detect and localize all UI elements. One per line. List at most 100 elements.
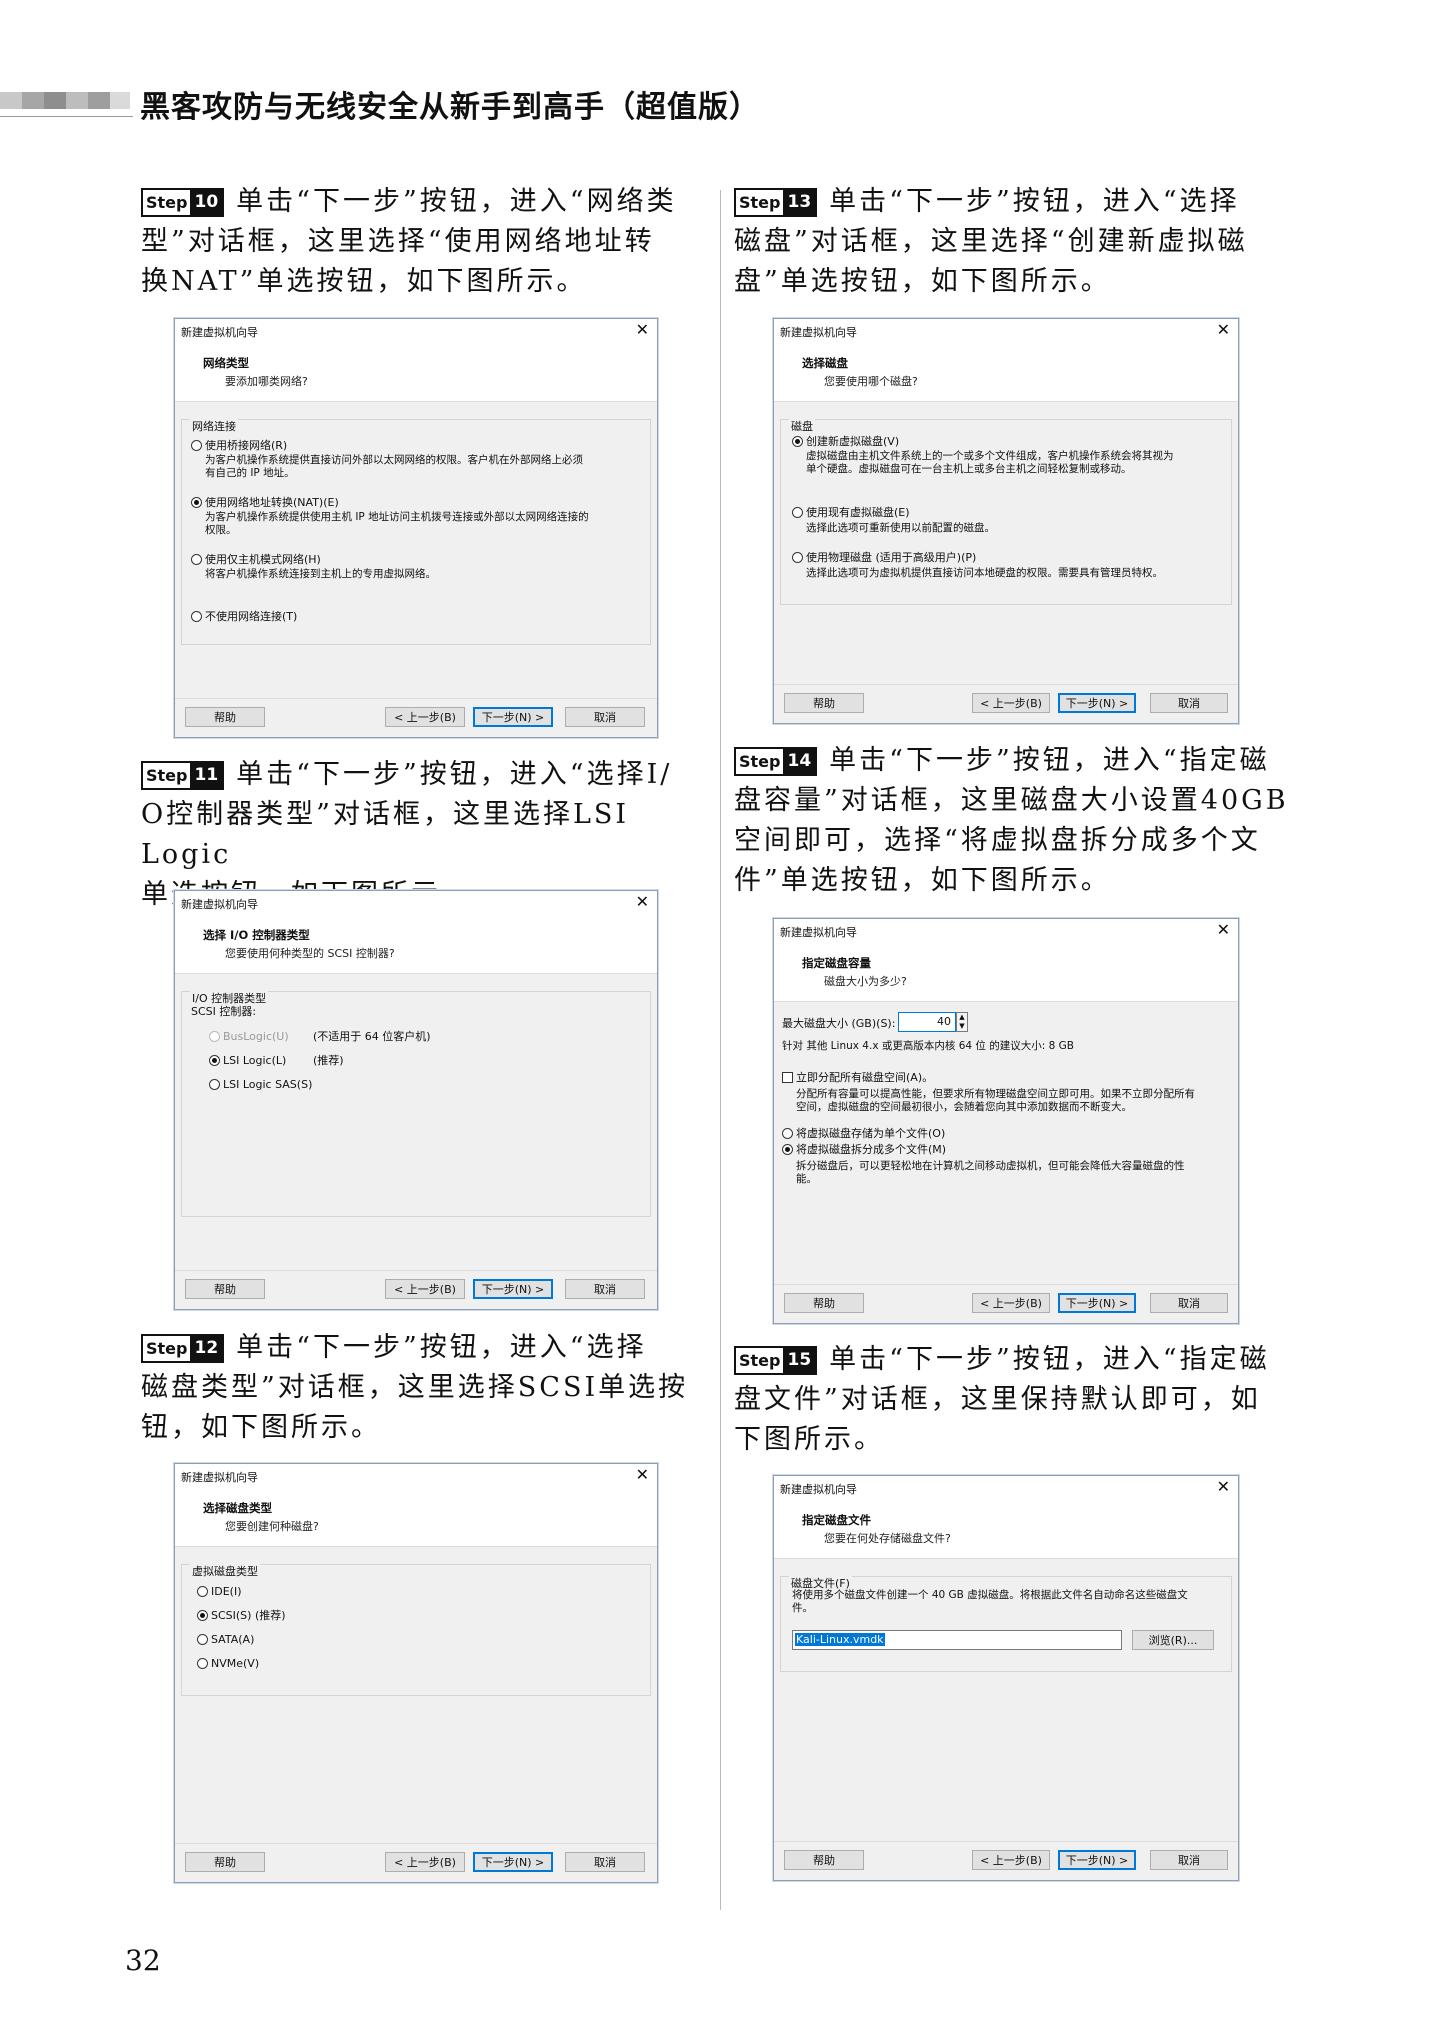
group-label: 网络连接 [190,418,238,434]
next-button[interactable]: 下一步(N) > [473,1852,553,1872]
back-button[interactable]: < 上一步(B) [385,707,465,727]
radio-physical-disk[interactable] [792,552,803,563]
step-text: 磁盘”对话框，这里选择“创建新虚拟磁 [734,226,1248,257]
radio-nat[interactable] [191,497,202,508]
step-text: 件”单选按钮，如下图所示。 [734,865,1111,896]
spin-up-icon[interactable]: ▲ [957,1013,967,1022]
radio-create-new-disk[interactable] [792,436,803,447]
allocate-all-checkbox[interactable] [782,1072,793,1083]
back-button[interactable]: < 上一步(B) [385,1279,465,1299]
radio-single-file[interactable] [782,1128,793,1139]
step-word: Step [736,1348,784,1373]
radio-no-network[interactable] [191,611,202,622]
step-text: 钮，如下图所示。 [141,1412,381,1443]
close-icon[interactable]: ✕ [636,1466,649,1484]
back-button[interactable]: < 上一步(B) [972,1850,1050,1870]
disk-size-spinner[interactable]: ▲ ▼ [956,1012,968,1032]
radio-bridged[interactable] [191,440,202,451]
cancel-button[interactable]: 取消 [565,1852,645,1872]
help-button[interactable]: 帮助 [185,1852,265,1872]
decor-bar [0,92,22,109]
next-button[interactable]: 下一步(N) > [1058,693,1136,713]
step-15-paragraph: Step 15 单击“下一步”按钮，进入“指定磁 盘文件”对话框，这里保持默认即可，… [734,1340,1294,1460]
option-label: IDE(I) [211,1585,242,1598]
step-badge: Step 11 [141,761,225,790]
disk-size-input[interactable]: 40 [898,1012,956,1032]
radio-scsi[interactable] [197,1610,208,1621]
step-line: Step 15 单击“下一步”按钮，进入“指定磁 [734,1340,1294,1380]
help-button[interactable]: 帮助 [185,707,265,727]
desc-line: 权限。 [205,524,237,536]
step-word: Step [143,190,191,215]
radio-existing-disk[interactable] [792,507,803,518]
disk-file-input[interactable]: Kali-Linux.vmdk [792,1630,1122,1650]
close-icon[interactable]: ✕ [1217,321,1230,339]
desc-line: 能。 [796,1173,817,1185]
option-desc: 虚拟磁盘由主机文件系统上的一个或多个文件组成，客户机操作系统会将其视为 单个硬盘。… [806,450,1226,476]
desc-line: 有自己的 IP 地址。 [205,467,295,479]
step-number: 15 [783,1348,816,1373]
next-button[interactable]: 下一步(N) > [1058,1850,1136,1870]
next-button[interactable]: 下一步(N) > [473,1279,553,1299]
close-icon[interactable]: ✕ [636,893,649,911]
dialog-subheading: 您要创建何种磁盘? [225,1520,319,1533]
cancel-button[interactable]: 取消 [565,707,645,727]
dialog-header: 网络类型 要添加哪类网络? [175,343,657,402]
disk-file-desc: 将使用多个磁盘文件创建一个 40 GB 虚拟磁盘。将根据此文件名自动命名这些磁盘… [792,1589,1222,1615]
cancel-button[interactable]: 取消 [1150,693,1228,713]
step-badge: Step 12 [141,1334,225,1363]
radio-sata[interactable] [197,1634,208,1645]
step-number: 11 [190,763,223,788]
column-divider [720,190,721,1910]
window-title: 新建虚拟机向导 [181,1471,258,1484]
back-button[interactable]: < 上一步(B) [972,1293,1050,1313]
cancel-button[interactable]: 取消 [565,1279,645,1299]
dialog-subheading: 磁盘大小为多少? [824,975,907,988]
step-badge: Step 13 [734,188,818,217]
help-button[interactable]: 帮助 [185,1279,265,1299]
option-label: 不使用网络连接(T) [205,610,298,623]
option-desc: 选择此选项可重新使用以前配置的磁盘。 [806,522,995,534]
spin-down-icon[interactable]: ▼ [957,1022,967,1031]
back-button[interactable]: < 上一步(B) [972,693,1050,713]
cancel-button[interactable]: 取消 [1150,1293,1228,1313]
back-button[interactable]: < 上一步(B) [385,1852,465,1872]
step-text: 单击“下一步”按钮，进入“选择 [236,1332,647,1363]
next-button[interactable]: 下一步(N) > [473,707,553,727]
radio-nvme[interactable] [197,1658,208,1669]
disk-size-label: 最大磁盘大小 (GB)(S): [782,1017,896,1030]
radio-buslogic[interactable] [209,1031,220,1042]
step-10-paragraph: Step 10 单击“下一步”按钮，进入“网络类 型”对话框，这里选择“使用网络地址… [141,182,701,302]
help-button[interactable]: 帮助 [784,693,864,713]
dialog-header: 选择 I/O 控制器类型 您要使用何种类型的 SCSI 控制器? [175,915,657,974]
title-bar: 新建虚拟机向导 ✕ [774,1476,1238,1500]
desc-line: 单个硬盘。虚拟磁盘可在一台主机上或多台主机之间轻松复制或移动。 [806,463,1132,475]
radio-lsi-sas[interactable] [209,1079,220,1090]
browse-button[interactable]: 浏览(R)... [1132,1630,1214,1650]
close-icon[interactable]: ✕ [1217,1478,1230,1496]
decor-bar [22,92,44,109]
radio-split-files[interactable] [782,1144,793,1155]
close-icon[interactable]: ✕ [1217,921,1230,939]
desc-line: 拆分磁盘后，可以更轻松地在计算机之间移动虚拟机，但可能会降低大容量磁盘的性 [796,1160,1185,1172]
step-text: 单击“下一步”按钮，进入“选择 [829,186,1240,217]
cancel-button[interactable]: 取消 [1150,1850,1228,1870]
window-title: 新建虚拟机向导 [181,898,258,911]
step-text: 盘文件”对话框，这里保持默认即可，如 [734,1384,1261,1415]
recommended-size: 针对 其他 Linux 4.x 或更高版本内核 64 位 的建议大小: 8 GB [782,1040,1074,1052]
help-button[interactable]: 帮助 [784,1850,864,1870]
step-text: 单击“下一步”按钮，进入“指定磁 [829,1344,1270,1375]
dialog-subheading: 您要使用何种类型的 SCSI 控制器? [225,947,395,960]
option-label: 创建新虚拟磁盘(V) [806,435,900,448]
radio-lsi-logic[interactable] [209,1055,220,1066]
option-desc: 将客户机操作系统连接到主机上的专用虚拟网络。 [205,568,436,580]
dialog-footer: 帮助 < 上一步(B) 下一步(N) > 取消 [175,698,657,737]
radio-ide[interactable] [197,1586,208,1597]
step-text: 单击“下一步”按钮，进入“指定磁 [829,745,1270,776]
close-icon[interactable]: ✕ [636,321,649,339]
step-number: 13 [783,190,816,215]
help-button[interactable]: 帮助 [784,1293,864,1313]
step-number: 12 [190,1336,223,1361]
radio-host-only[interactable] [191,554,202,565]
next-button[interactable]: 下一步(N) > [1058,1293,1136,1313]
